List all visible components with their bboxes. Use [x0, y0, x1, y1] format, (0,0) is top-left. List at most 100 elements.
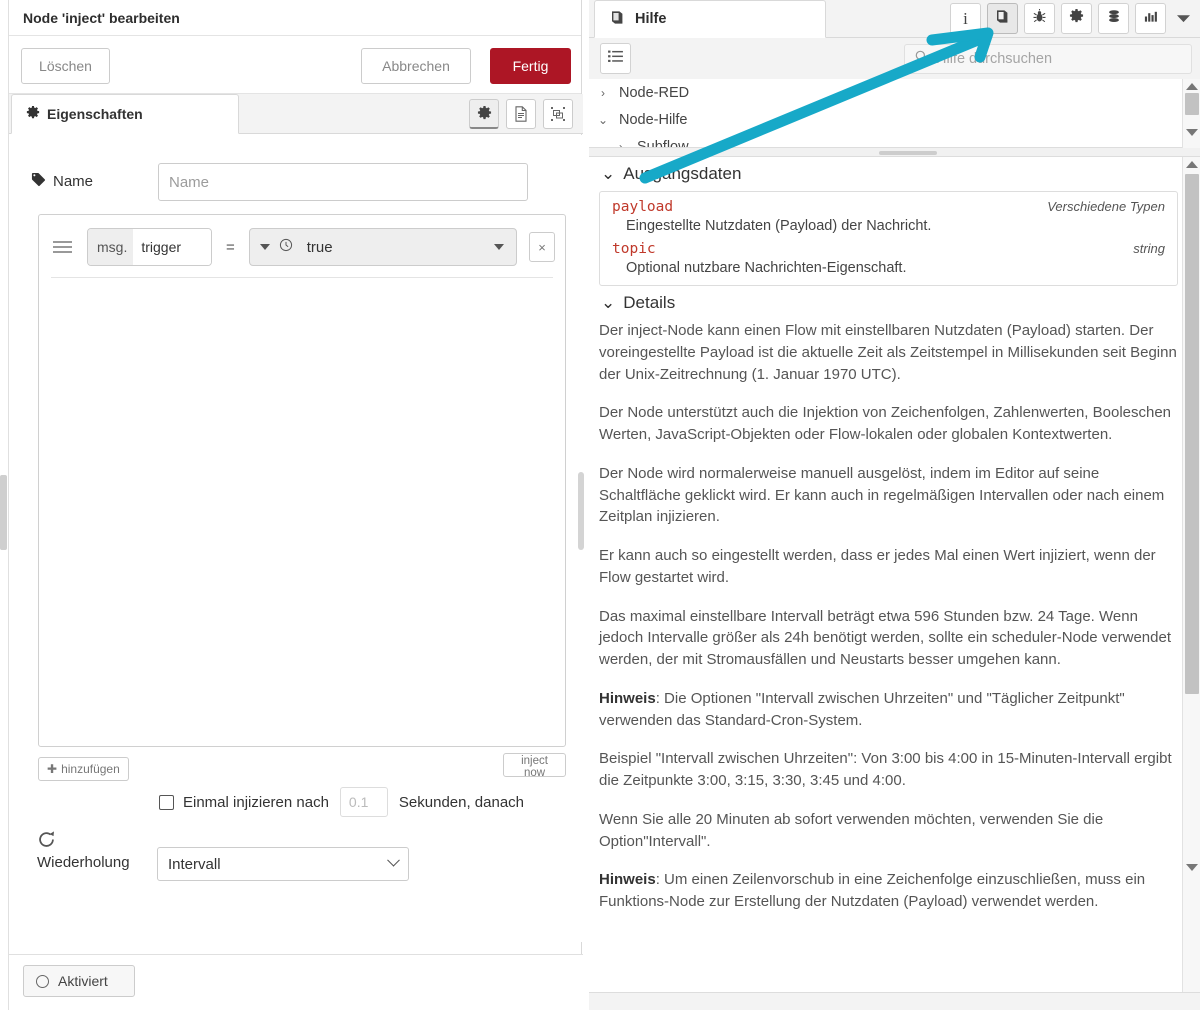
equals-sign: =	[226, 238, 235, 256]
output-desc: Optional nutzbare Nachrichten-Eigenschaf…	[626, 260, 907, 276]
context-data-icon-button[interactable]	[1098, 3, 1129, 34]
property-row: msg. trigger = true ×	[49, 225, 555, 269]
inject-once-checkbox[interactable]	[159, 794, 174, 810]
tree-item-label: Node-RED	[619, 84, 690, 101]
list-icon-button[interactable]	[600, 43, 631, 74]
scroll-up-icon[interactable]	[1185, 161, 1198, 168]
repeat-mode-select[interactable]: Intervall	[157, 847, 409, 881]
output-type: string	[1133, 241, 1165, 256]
output-desc: Eingestellte Nutzdaten (Payload) der Nac…	[626, 218, 932, 234]
repeat-mode-value: Intervall	[168, 855, 221, 873]
help-scrollbar[interactable]	[1182, 157, 1200, 992]
help-search-box[interactable]: Hilfe durchsuchen	[904, 44, 1192, 74]
output-type: Verschiedene Typen	[1047, 199, 1165, 214]
inject-once-delay-input[interactable]	[339, 787, 388, 817]
detail-paragraph: Der inject-Node kann einen Flow mit eins…	[599, 322, 1177, 383]
done-button[interactable]: Fertig	[490, 48, 571, 84]
tag-icon	[31, 172, 46, 191]
output-row: payload Verschiedene Typen	[612, 199, 1165, 215]
property-value-field[interactable]: true	[248, 228, 517, 266]
section-title: Details	[623, 293, 676, 312]
property-key-value: trigger	[133, 229, 211, 265]
tree-scrollbar[interactable]	[1182, 79, 1200, 148]
scroll-down-icon[interactable]	[1185, 864, 1198, 871]
appearance-icon-button[interactable]	[543, 99, 573, 129]
edit-tabbar: Eigenschaften	[9, 94, 583, 134]
chevron-down-icon	[1176, 10, 1190, 28]
name-input[interactable]	[158, 163, 528, 201]
chevron-down-icon-right	[494, 244, 504, 250]
sidebar-footer	[589, 992, 1200, 1010]
detail-note-2: Hinweis: Um einen Zeilenvorschub in eine…	[599, 869, 1178, 913]
help-scroll-thumb[interactable]	[1184, 174, 1199, 694]
info-icon-button[interactable]: i	[950, 3, 981, 34]
repeat-icon	[37, 830, 56, 855]
scroll-down-icon[interactable]	[1185, 129, 1198, 136]
gear-icon-button[interactable]	[469, 99, 499, 129]
debug-bug-icon-button[interactable]	[1024, 3, 1055, 34]
info-icon: i	[963, 8, 968, 28]
drag-handle-icon[interactable]	[53, 237, 77, 257]
name-label: Name	[53, 173, 94, 190]
debug-bug-icon	[1032, 8, 1047, 29]
chevron-right-icon[interactable]: ›	[615, 140, 627, 148]
chart-icon-button[interactable]	[1135, 3, 1166, 34]
tree-item-node-hilfe[interactable]: ⌄ Node-Hilfe	[589, 106, 1200, 133]
output-row: topic string	[612, 241, 1165, 257]
panel-resize-handle[interactable]	[578, 472, 584, 550]
scroll-up-icon[interactable]	[1185, 83, 1198, 90]
section-header-output[interactable]: ⌄ Ausgangsdaten	[601, 164, 1178, 184]
edit-tab-icons	[469, 99, 573, 129]
delete-button[interactable]: Löschen	[21, 48, 110, 84]
tree-item-node-red[interactable]: › Node-RED	[589, 79, 1200, 106]
chevron-down-icon[interactable]: ⌄	[597, 113, 609, 127]
inject-once-label: Einmal injizieren nach	[183, 793, 329, 811]
detail-paragraph: Das maximal einstellbare Intervall beträ…	[599, 607, 1171, 669]
inject-form: Name msg. trigger =	[9, 135, 583, 942]
cancel-button[interactable]: Abbrechen	[361, 48, 471, 84]
chevron-down-icon	[387, 853, 400, 867]
node-enabled-label: Aktiviert	[58, 973, 108, 989]
section-header-details[interactable]: ⌄ Details	[601, 293, 1178, 313]
tree-scroll-thumb[interactable]	[1184, 93, 1199, 115]
edit-footer: Aktiviert	[9, 954, 583, 1010]
property-value-text: true	[306, 238, 333, 256]
tab-help-label: Hilfe	[635, 11, 667, 27]
left-resize-handle[interactable]	[0, 475, 7, 550]
tree-item-label: Node-Hilfe	[619, 111, 688, 128]
note-label: Hinweis	[599, 871, 656, 889]
detail-paragraph: Der Node unterstützt auch die Injektion …	[599, 404, 1172, 443]
clock-icon	[279, 238, 293, 257]
name-row: Name	[31, 163, 561, 201]
context-data-icon	[1106, 9, 1122, 29]
detail-paragraph: Der Node wird normalerweise manuell ausg…	[599, 464, 1165, 526]
output-key: payload	[612, 199, 674, 215]
inject-now-button[interactable]: inject now	[503, 753, 566, 779]
chevron-down-icon: ⌄	[601, 164, 616, 183]
help-tree: › Node-RED ⌄ Node-Hilfe › Subflow	[589, 79, 1200, 148]
document-icon-button[interactable]	[506, 99, 536, 129]
tab-help[interactable]: Hilfe	[594, 0, 826, 38]
tab-properties[interactable]: Eigenschaften	[11, 94, 239, 134]
help-search-row: Hilfe durchsuchen	[589, 39, 1200, 79]
tree-item-partial[interactable]: › Subflow	[589, 133, 1200, 148]
add-property-button[interactable]: ✚ hinzufügen	[38, 757, 129, 781]
gear-icon	[26, 105, 40, 123]
chevron-right-icon[interactable]: ›	[597, 86, 609, 100]
remove-property-button[interactable]: ×	[529, 232, 555, 262]
gear-icon-button[interactable]	[1061, 3, 1092, 34]
note-label: Hinweis	[599, 689, 656, 707]
horizontal-splitter[interactable]	[589, 148, 1200, 157]
msg-prefix-label: msg.	[88, 229, 134, 265]
output-key: topic	[612, 241, 656, 257]
property-key-field[interactable]: msg. trigger	[87, 228, 212, 266]
book-icon-button[interactable]	[987, 3, 1018, 34]
circle-icon	[36, 974, 49, 988]
note-text: : Die Optionen "Intervall zwischen Uhrze…	[599, 689, 1125, 729]
name-label-group: Name	[31, 172, 93, 191]
list-icon	[608, 50, 623, 68]
more-options-button[interactable]	[1172, 10, 1194, 28]
add-property-label: hinzufügen	[61, 762, 120, 776]
node-enabled-toggle[interactable]: Aktiviert	[23, 965, 135, 997]
splitter-grip	[879, 151, 937, 155]
